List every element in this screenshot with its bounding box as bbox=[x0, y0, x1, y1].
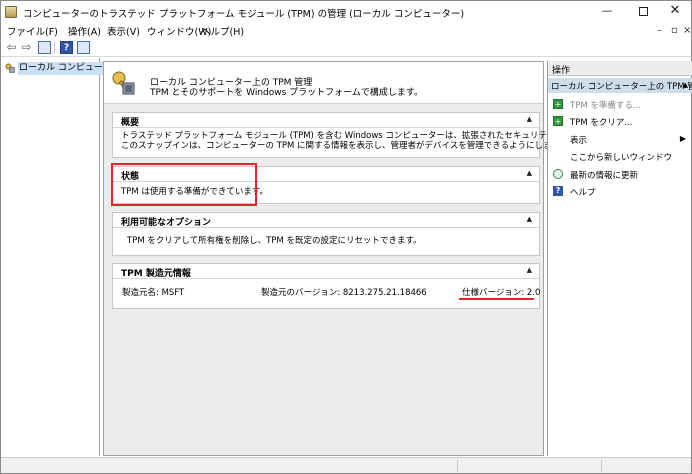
show-hide-console-tree-icon[interactable] bbox=[38, 41, 51, 54]
menu-view[interactable]: 表示(V) bbox=[107, 24, 140, 38]
actions-pane: 操作 ローカル コンピューター上の TPM 管理 ▲ + TPM を準備する..… bbox=[547, 61, 692, 456]
collapse-caret-icon[interactable]: ▲ bbox=[527, 215, 532, 223]
collapse-caret-icon[interactable]: ▲ bbox=[527, 169, 532, 177]
mdi-close-button[interactable]: × bbox=[683, 25, 691, 36]
status-bar bbox=[1, 457, 691, 473]
action-label: ここから新しいウィンドウ bbox=[570, 153, 673, 163]
title-bar[interactable]: コンピューターのトラステッド プラットフォーム モジュール (TPM) の管理 … bbox=[1, 1, 691, 23]
menu-help[interactable]: ヘルプ(H) bbox=[201, 24, 244, 38]
maximize-button[interactable] bbox=[625, 1, 661, 23]
action-clear-tpm[interactable]: + TPM をクリア... bbox=[548, 114, 692, 130]
forward-arrow-icon[interactable]: ⇨ bbox=[20, 41, 33, 54]
actions-header-label: 操作 bbox=[552, 66, 571, 76]
action-label: TPM を準備する... bbox=[570, 101, 641, 111]
close-button[interactable]: ✕ bbox=[657, 1, 692, 23]
toolbar-separator bbox=[54, 42, 55, 54]
manufacturer-section: TPM 製造元情報 ▲ 製造元名: MSFT 製造元のバージョン: 8213.2… bbox=[112, 263, 540, 309]
action-label: 表示 bbox=[570, 136, 588, 146]
status-bar-divider bbox=[601, 460, 602, 472]
mmc-window: コンピューターのトラステッド プラットフォーム モジュール (TPM) の管理 … bbox=[0, 0, 692, 474]
options-text: TPM をクリアして所有権を削除し、TPM を既定の設定にリセットできます。 bbox=[127, 236, 422, 246]
refresh-icon bbox=[553, 169, 563, 179]
mdi-minimize-button[interactable]: – bbox=[657, 25, 662, 36]
collapse-caret-icon[interactable]: ▲ bbox=[683, 81, 688, 89]
manufacturer-name: 製造元名: MSFT bbox=[122, 288, 185, 298]
action-label: ヘルプ bbox=[570, 188, 596, 198]
menu-file[interactable]: ファイル(F) bbox=[7, 24, 58, 38]
status-bar-divider bbox=[457, 460, 458, 472]
overview-text-line2: このスナップインは、コンピューターの TPM に関する情報を表示し、管理者がデバ… bbox=[121, 141, 568, 151]
back-arrow-icon[interactable]: ⇦ bbox=[5, 41, 18, 54]
tpm-prepare-icon: + bbox=[553, 99, 563, 109]
action-new-window[interactable]: ここから新しいウィンドウ bbox=[548, 149, 692, 165]
action-prepare-tpm[interactable]: + TPM を準備する... bbox=[548, 97, 692, 113]
actions-header: 操作 bbox=[548, 61, 692, 76]
spec-version-underline bbox=[459, 298, 534, 300]
section-divider bbox=[113, 278, 539, 279]
menu-action[interactable]: 操作(A) bbox=[68, 24, 101, 38]
mdi-restore-button[interactable]: ▫ bbox=[671, 25, 678, 36]
status-highlight-box bbox=[111, 163, 257, 206]
action-label: TPM をクリア... bbox=[570, 118, 633, 128]
options-section: 利用可能なオプション ▲ TPM をクリアして所有権を削除し、TPM を既定の設… bbox=[112, 212, 540, 256]
section-divider bbox=[113, 127, 539, 128]
action-view[interactable]: 表示 ▶ bbox=[548, 132, 692, 148]
actions-subheader[interactable]: ローカル コンピューター上の TPM 管理 ▲ bbox=[548, 78, 692, 93]
manufacturer-header[interactable]: TPM 製造元情報 ▲ bbox=[113, 264, 539, 279]
maximize-icon bbox=[638, 6, 648, 16]
console-tree: ローカル コンピューター上 bbox=[2, 58, 131, 456]
action-help[interactable]: ? ヘルプ bbox=[548, 184, 692, 200]
window-title: コンピューターのトラステッド プラットフォーム モジュール (TPM) の管理 … bbox=[23, 9, 465, 20]
minimize-button[interactable]: — bbox=[589, 1, 625, 23]
collapse-caret-icon[interactable]: ▲ bbox=[527, 115, 532, 123]
collapse-caret-icon[interactable]: ▲ bbox=[527, 266, 532, 274]
snapin-header: ローカル コンピューター上の TPM 管理 TPM とそのサポートを Windo… bbox=[104, 62, 543, 104]
action-label: 最新の情報に更新 bbox=[570, 171, 639, 181]
actions-subheader-label: ローカル コンピューター上の TPM 管理 bbox=[551, 82, 692, 92]
show-hide-action-pane-icon[interactable] bbox=[77, 41, 90, 54]
options-header[interactable]: 利用可能なオプション ▲ bbox=[113, 213, 539, 228]
tpm-chip-icon bbox=[5, 63, 15, 73]
toolbar: ⇦ ⇨ ? bbox=[1, 39, 691, 57]
help-icon: ? bbox=[553, 186, 563, 196]
tpm-key-icon bbox=[112, 71, 135, 95]
section-divider bbox=[113, 227, 539, 228]
tpm-app-icon bbox=[5, 6, 17, 18]
submenu-arrow-icon: ▶ bbox=[679, 134, 686, 143]
menu-bar: ファイル(F) 操作(A) 表示(V) ウィンドウ(W) ヘルプ(H) – ▫ … bbox=[1, 23, 691, 39]
page-subtitle: TPM とそのサポートを Windows プラットフォームで構成します。 bbox=[150, 88, 424, 98]
overview-header[interactable]: 概要 ▲ bbox=[113, 113, 539, 128]
action-refresh[interactable]: 最新の情報に更新 bbox=[548, 167, 692, 183]
manufacturer-version: 製造元のバージョン: 8213.275.21.18466 bbox=[261, 288, 427, 298]
overview-section: 概要 ▲ トラステッド プラットフォーム モジュール (TPM) を含む Win… bbox=[112, 112, 631, 158]
details-pane: ローカル コンピューター上の TPM 管理 TPM とそのサポートを Windo… bbox=[103, 61, 631, 456]
tpm-clear-icon: + bbox=[553, 116, 563, 126]
help-icon[interactable]: ? bbox=[60, 41, 73, 54]
